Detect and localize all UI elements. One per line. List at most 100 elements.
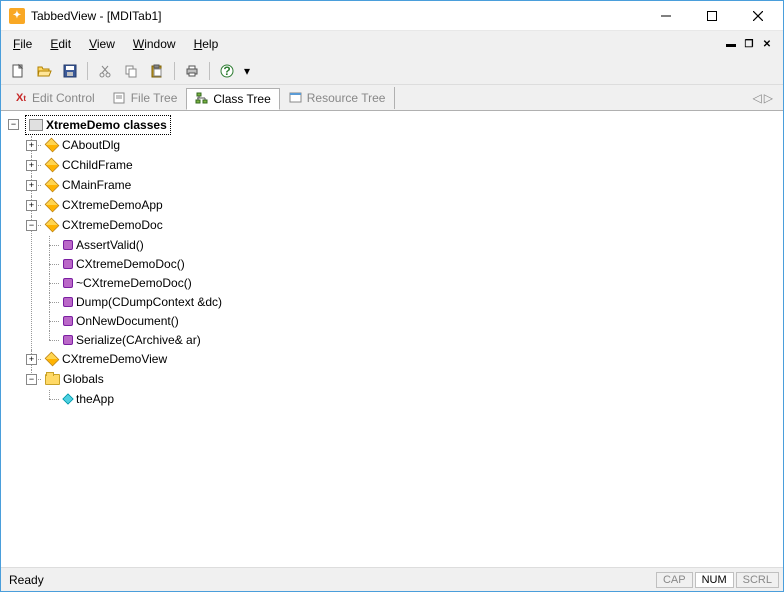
tree-label: Serialize(CArchive& ar) [76, 331, 201, 349]
tree-label: CChildFrame [62, 156, 133, 174]
tree-class[interactable]: CAboutDlg [43, 136, 122, 154]
svg-text:?: ? [223, 64, 230, 78]
method-icon [63, 259, 73, 269]
resource-tree-icon [289, 91, 303, 105]
global-icon [62, 393, 73, 404]
save-button[interactable] [59, 60, 81, 82]
tree-class[interactable]: CXtremeDemoView [43, 350, 169, 368]
class-icon [45, 178, 60, 193]
main-window: ✦ TabbedView - [MDITab1] File Edit View … [0, 0, 784, 592]
expander-icon[interactable]: + [26, 200, 37, 211]
tab-label: File Tree [131, 91, 178, 105]
status-cap: CAP [656, 572, 693, 588]
tab-file-tree[interactable]: File Tree [104, 87, 187, 109]
mdi-restore-button[interactable]: ❐ [741, 37, 757, 51]
tree-method[interactable]: OnNewDocument() [61, 312, 181, 330]
tree-label: AssertValid() [76, 236, 144, 254]
mdi-minimize-button[interactable]: ▬ [723, 37, 739, 51]
tree-method[interactable]: CXtremeDemoDoc() [61, 255, 187, 273]
menu-window[interactable]: Window [125, 34, 184, 54]
class-tree-icon [195, 92, 209, 106]
print-button[interactable] [181, 60, 203, 82]
expander-icon[interactable]: + [26, 180, 37, 191]
mdi-close-button[interactable]: ✕ [759, 37, 775, 51]
tree-label: Globals [63, 370, 104, 388]
expander-icon[interactable]: − [8, 119, 19, 130]
window-title: TabbedView - [MDITab1] [31, 9, 643, 23]
tree-label: CXtremeDemoDoc() [76, 255, 185, 273]
help-dropdown-button[interactable]: ▾ [242, 60, 252, 82]
class-icon [45, 138, 60, 153]
tree-label: CXtremeDemoApp [62, 196, 163, 214]
toolbar: ? ▾ [1, 57, 783, 85]
status-num: NUM [695, 572, 734, 588]
tree-label: CMainFrame [62, 176, 131, 194]
tree-label: CXtremeDemoDoc [62, 216, 163, 234]
menubar: File Edit View Window Help ▬ ❐ ✕ [1, 31, 783, 57]
tree-root[interactable]: XtremeDemo classes [25, 115, 171, 135]
tree-label: ~CXtremeDemoDoc() [76, 274, 192, 292]
tree-method[interactable]: Serialize(CArchive& ar) [61, 331, 203, 349]
tab-label: Resource Tree [307, 91, 386, 105]
tree-label: CXtremeDemoView [62, 350, 167, 368]
expander-icon[interactable]: + [26, 140, 37, 151]
new-button[interactable] [7, 60, 29, 82]
menu-file[interactable]: File [5, 34, 40, 54]
tree-class[interactable]: CChildFrame [43, 156, 135, 174]
minimize-button[interactable] [643, 1, 689, 31]
file-tree-icon [113, 91, 127, 105]
tab-label: Edit Control [32, 91, 95, 105]
paste-button[interactable] [146, 60, 168, 82]
tree-label: XtremeDemo classes [46, 116, 167, 134]
expander-icon[interactable]: − [26, 374, 37, 385]
tree-method[interactable]: AssertValid() [61, 236, 146, 254]
help-button[interactable]: ? [216, 60, 238, 82]
menu-edit[interactable]: Edit [42, 34, 79, 54]
edit-control-icon: Xt [14, 91, 28, 105]
menu-view[interactable]: View [81, 34, 123, 54]
tab-resource-tree[interactable]: Resource Tree [280, 87, 395, 109]
tab-label: Class Tree [213, 92, 270, 106]
tree-label: Dump(CDumpContext &dc) [76, 293, 222, 311]
menu-help[interactable]: Help [186, 34, 227, 54]
open-button[interactable] [33, 60, 55, 82]
method-icon [63, 297, 73, 307]
tree-view[interactable]: − XtremeDemo classes + CAboutDlg + CChildF… [1, 111, 783, 567]
close-button[interactable] [735, 1, 781, 31]
mdi-controls: ▬ ❐ ✕ [723, 37, 779, 51]
tree-method[interactable]: ~CXtremeDemoDoc() [61, 274, 194, 292]
tree-label: OnNewDocument() [76, 312, 179, 330]
method-icon [63, 316, 73, 326]
copy-button[interactable] [120, 60, 142, 82]
method-icon [63, 240, 73, 250]
tree-class[interactable]: CXtremeDemoDoc [43, 216, 165, 234]
titlebar: ✦ TabbedView - [MDITab1] [1, 1, 783, 31]
method-icon [63, 335, 73, 345]
maximize-button[interactable] [689, 1, 735, 31]
method-icon [63, 278, 73, 288]
tab-prev-button[interactable]: ◁ [753, 91, 762, 105]
expander-icon[interactable]: + [26, 354, 37, 365]
class-icon [45, 158, 60, 173]
cut-button[interactable] [94, 60, 116, 82]
workspace-icon [29, 119, 43, 131]
tab-class-tree[interactable]: Class Tree [186, 88, 279, 110]
class-icon [45, 198, 60, 213]
class-icon [45, 218, 60, 233]
status-text: Ready [5, 573, 654, 587]
statusbar: Ready CAP NUM SCRL [1, 567, 783, 591]
tree-label: CAboutDlg [62, 136, 120, 154]
class-icon [45, 352, 60, 367]
tab-edit-control[interactable]: Xt Edit Control [5, 87, 104, 109]
tree-globals[interactable]: Globals [43, 370, 106, 388]
expander-icon[interactable]: + [26, 160, 37, 171]
tree-class[interactable]: CMainFrame [43, 176, 133, 194]
expander-icon[interactable]: − [26, 220, 37, 231]
tab-next-button[interactable]: ▷ [764, 91, 773, 105]
tree-global-var[interactable]: theApp [61, 390, 116, 408]
tabbar: Xt Edit Control File Tree Class Tree Res… [1, 85, 783, 111]
tree-method[interactable]: Dump(CDumpContext &dc) [61, 293, 224, 311]
app-icon: ✦ [9, 8, 25, 24]
tab-nav: ◁ ▷ [753, 91, 779, 105]
tree-class[interactable]: CXtremeDemoApp [43, 196, 165, 214]
